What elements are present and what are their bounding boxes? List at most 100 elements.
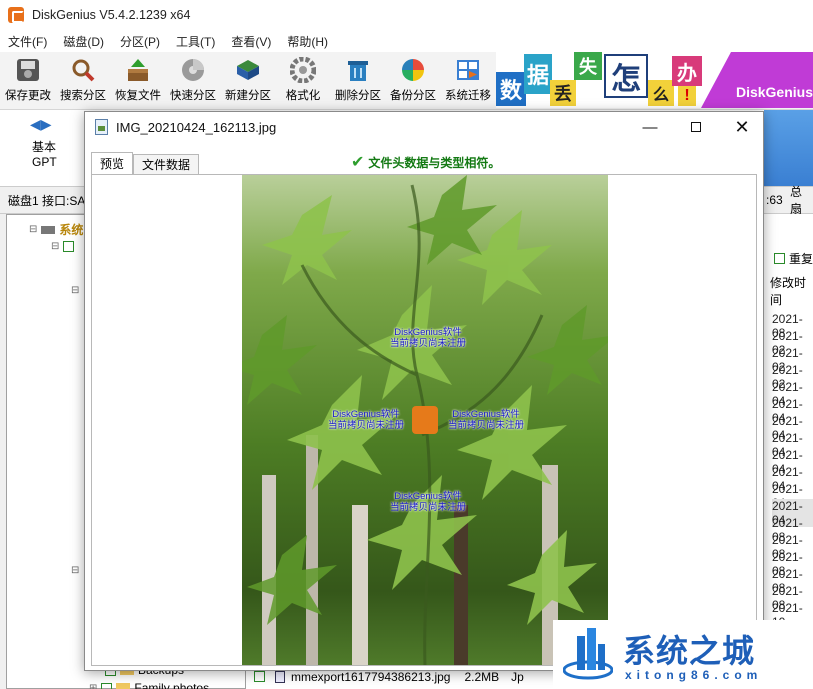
checkbox-icon[interactable] [774, 253, 785, 264]
menu-disk[interactable]: 磁盘(D) [55, 33, 112, 50]
watermark-left: DiskGenius软件 当前拷贝尚未注册 [328, 409, 404, 431]
delete-icon [344, 56, 372, 84]
tree-item-label: Family photos [134, 681, 210, 689]
maximize-button[interactable] [673, 112, 719, 142]
tree-root-node[interactable]: ⊟ 系统 [29, 221, 83, 238]
file-preview-dialog: IMG_20210424_162113.jpg — ✕ 预览 文件数据 ✔ 文件… [84, 111, 764, 671]
disk-icon [41, 225, 56, 234]
search-partition-button[interactable]: 搜索分区 [55, 54, 111, 108]
brand-label: DiskGenius [701, 52, 813, 108]
watermark-top: DiskGenius软件 当前拷贝尚未注册 [390, 327, 466, 349]
banner-char: 失 [574, 52, 602, 80]
column-header-modified[interactable]: 修改时间 [770, 274, 813, 308]
menu-partition[interactable]: 分区(P) [112, 33, 168, 50]
diskgenius-watermark-logo-icon [412, 406, 438, 434]
watermark-line: DiskGenius软件 [394, 491, 462, 502]
checkbox-icon[interactable] [63, 241, 75, 252]
total-sectors-text: 总扇 [790, 185, 803, 216]
status-text: 文件头数据与类型相符。 [368, 155, 501, 170]
save-icon [14, 56, 42, 84]
folder-icon [116, 683, 131, 689]
diskgenius-logo-icon [8, 7, 24, 23]
tab-file-data[interactable]: 文件数据 [133, 154, 200, 174]
menu-view[interactable]: 查看(V) [223, 33, 279, 50]
partition-bar[interactable] [764, 110, 813, 186]
file-size: 2.2MB [464, 669, 500, 684]
format-icon [289, 56, 317, 84]
watermark-line: DiskGenius软件 [452, 409, 520, 420]
duplicate-filter[interactable]: 重复 [774, 250, 813, 267]
banner-char: 怎 [604, 54, 648, 98]
close-button[interactable]: ✕ [719, 112, 765, 142]
preview-photo: DiskGenius软件 当前拷贝尚未注册 DiskGenius软件 当前拷贝尚… [242, 175, 608, 665]
dialog-title: IMG_20210424_162113.jpg [116, 119, 277, 135]
tree-expander-icon[interactable]: ⊟ [71, 565, 79, 576]
tree-expander-icon[interactable]: ⊟ [51, 241, 59, 252]
delete-partition-button[interactable]: 删除分区 [330, 54, 386, 108]
tree-child-node[interactable]: ⊟ [51, 241, 75, 252]
nav-arrows-icon[interactable]: ◀▶ [30, 116, 52, 133]
watermark-line: 当前拷贝尚未注册 [448, 420, 525, 431]
watermark-right: DiskGenius软件 当前拷贝尚未注册 [448, 409, 524, 431]
dialog-title-bar[interactable]: IMG_20210424_162113.jpg — ✕ [85, 112, 763, 142]
search-icon [69, 56, 97, 84]
minimize-button[interactable]: — [627, 112, 673, 142]
disk-type-label: 基本 [32, 140, 57, 154]
app-title: DiskGenius V5.4.2.1239 x64 [32, 8, 191, 22]
maximize-icon [691, 122, 701, 132]
watermark-bottom: DiskGenius软件 当前拷贝尚未注册 [390, 491, 466, 513]
promo-banner[interactable]: 数 据 丢 失 怎 么 办 ! DiskGenius [496, 52, 813, 108]
dialog-tabs: 预览 文件数据 [91, 152, 200, 174]
watermark-line: 当前拷贝尚未注册 [390, 338, 467, 349]
system-migration-button[interactable]: 系统迁移 [440, 54, 496, 108]
banner-char: 办 [672, 56, 702, 86]
image-file-icon [95, 119, 108, 135]
watermark-line: DiskGenius软件 [332, 409, 400, 420]
watermark-line: 当前拷贝尚未注册 [390, 502, 467, 513]
quick-partition-button[interactable]: 快速分区 [165, 54, 221, 108]
tree-expander-icon[interactable]: ⊟ [71, 285, 79, 296]
image-file-icon [275, 670, 285, 683]
restore-files-button[interactable]: 恢复文件 [110, 54, 166, 108]
image-preview-area[interactable]: DiskGenius软件 当前拷贝尚未注册 DiskGenius软件 当前拷贝尚… [91, 174, 757, 666]
watermark-line: 当前拷贝尚未注册 [328, 420, 405, 431]
tree-root-label: 系统 [59, 223, 84, 237]
disk-interface-text: 磁盘1 接口:SA [8, 193, 86, 208]
save-changes-button[interactable]: 保存更改 [0, 54, 56, 108]
sectors-text: :63 [766, 193, 783, 207]
restore-icon [124, 56, 152, 84]
header-check-status: ✔ 文件头数据与类型相符。 [351, 152, 500, 172]
site-watermark-logo: 系统之城 xitong86.com [553, 620, 813, 689]
migrate-icon [454, 56, 482, 84]
site-url: xitong86.com [625, 668, 763, 682]
banner-char: ! [678, 86, 696, 106]
close-icon: ✕ [734, 116, 750, 137]
quick-partition-icon [179, 56, 207, 84]
tree-item[interactable]: ⊞ Family photos [89, 681, 209, 689]
menu-help[interactable]: 帮助(H) [279, 33, 336, 50]
watermark-line: DiskGenius软件 [394, 327, 462, 338]
checkbox-icon[interactable] [101, 682, 113, 689]
format-button[interactable]: 格式化 [275, 54, 331, 108]
minimize-icon: — [642, 118, 658, 136]
disk-style-label: GPT [32, 155, 57, 169]
checkmark-icon: ✔ [351, 154, 365, 171]
file-list-panel[interactable]: 重复 修改时间 2021-08 2021-02 2021-02 2021-02 … [764, 214, 813, 689]
duplicate-label: 重复 [789, 252, 813, 266]
backup-partition-button[interactable]: 备份分区 [385, 54, 441, 108]
file-type: Jp [511, 669, 524, 684]
file-name: mmexport1617794386213.jpg [291, 669, 451, 684]
backup-icon [399, 56, 427, 84]
menu-tools[interactable]: 工具(T) [168, 33, 223, 50]
banner-char: 丢 [550, 80, 576, 106]
tree-expander-icon[interactable]: ⊟ [29, 224, 37, 235]
main-title-bar: DiskGenius V5.4.2.1239 x64 [0, 0, 813, 30]
tab-preview[interactable]: 预览 [91, 152, 134, 174]
menu-file[interactable]: 文件(F) [0, 33, 55, 50]
new-partition-icon [234, 56, 262, 84]
new-partition-button[interactable]: 新建分区 [220, 54, 276, 108]
banner-char: 数 [496, 72, 526, 106]
tree-expander-icon[interactable]: ⊞ [89, 683, 97, 689]
checkbox-icon[interactable] [254, 671, 265, 682]
city-building-icon [563, 628, 613, 680]
